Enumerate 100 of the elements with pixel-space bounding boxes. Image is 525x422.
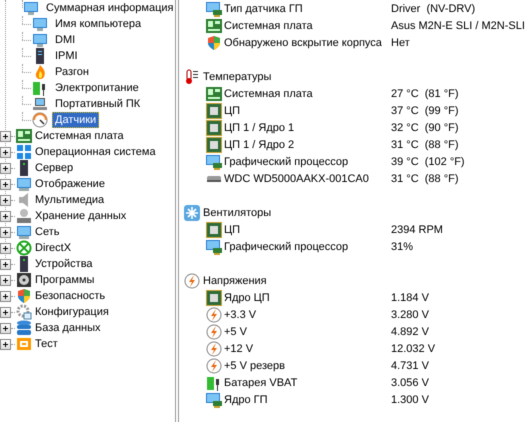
section-heading: Напряжения [203,274,267,286]
sensor-value: 27 °C (81 °F) [391,88,458,100]
shield-icon [16,288,32,304]
sensor-label: ЦП 1 / Ядро 2 [224,138,294,150]
expand-icon[interactable] [0,210,11,222]
sensor-value: Asus M2N-E SLI / M2N-SLI [391,20,525,32]
tree-item[interactable]: Системная плата [35,130,124,142]
tree-item[interactable]: Электропитание [52,80,142,96]
sensor-label: Ядро ЦП [224,292,270,304]
battery-plug-icon [32,80,48,96]
sensor-label: Графический процессор [224,240,348,252]
tree-item[interactable]: Имя компьютера [52,16,144,32]
sensor-value: 39 °C (102 °F) [391,156,465,168]
section-heading: Вентиляторы [203,206,272,218]
chip-icon [206,120,222,136]
chip-icon [206,102,222,118]
sensor-value: 37 °C (99 °F) [391,104,458,116]
tree-item[interactable]: Мультимедиа [35,194,104,206]
sensor-label: ЦП [224,104,240,116]
sensor-label: Ядро ГП [224,394,268,406]
gauge-icon [32,112,48,128]
database-icon [16,320,32,336]
tree-item[interactable]: Устройства [35,258,93,270]
sensor-label: Графический процессор [224,156,348,168]
chip-icon [206,222,222,238]
expand-icon[interactable] [0,146,11,158]
battery-plug-icon [206,374,222,390]
gpu-monitor-icon [206,154,222,170]
gpu-monitor-icon [206,392,222,408]
expand-icon[interactable] [0,322,11,334]
expand-icon[interactable] [0,194,11,206]
expand-icon[interactable] [0,162,11,174]
thermometer-icon [184,68,200,84]
sensor-label: +5 V [224,326,247,338]
tree-item[interactable]: Хранение данных [35,210,126,222]
sensor-label: +5 V резерв [224,360,285,372]
tree-item[interactable]: Отображение [35,178,105,190]
disk-drive-icon [16,208,32,224]
sensor-value: 1.184 V [391,292,429,304]
tree-item[interactable]: Разгон [52,64,92,80]
tree-item[interactable]: Сеть [35,226,60,238]
sensor-label: Тип датчика ГП [224,2,303,14]
laptop-icon [32,96,48,112]
tree-item[interactable]: IPMI [52,48,81,64]
tree-item[interactable]: Датчики [52,112,100,128]
sensor-value: 12.032 V [391,342,436,354]
fan-icon [184,204,200,220]
lightning-icon [206,324,222,340]
lightning-icon [184,272,200,288]
circuit-board-icon [16,128,32,144]
tree-item[interactable]: База данных [35,322,101,334]
expand-icon[interactable] [0,178,11,190]
four-squares-icon [16,144,32,160]
tree-item[interactable]: Суммарная информация [43,0,175,16]
sensor-label: Батарея VBAT [224,376,298,388]
tree-item[interactable]: Портативный ПК [52,96,144,112]
tree-item[interactable]: DirectX [35,242,72,254]
expand-icon[interactable] [0,226,11,238]
expand-icon[interactable] [0,306,11,318]
network-monitor-icon [16,224,32,240]
expand-icon[interactable] [0,242,11,254]
sensor-value: Нет [391,36,410,48]
sensor-label: Обнаружено вскрытие корпуса [224,36,382,48]
tree-item[interactable]: Тест [35,338,58,350]
sensor-value: 2394 RPM [391,224,443,236]
monitor-icon [32,16,48,32]
sensor-label: Системная плата [224,88,313,100]
lightning-icon [206,340,222,356]
gpu-monitor-icon [206,238,222,254]
sensor-value: 3.056 V [391,376,429,388]
sensor-value: 31 °C (88 °F) [391,138,458,150]
x-circle-icon [16,240,32,256]
expand-icon[interactable] [0,290,11,302]
expand-icon[interactable] [0,274,11,286]
monitor-icon [16,176,32,192]
sensor-label: +12 V [224,342,254,354]
tree-item[interactable]: Конфигурация [35,306,109,318]
sensor-label: ЦП 1 / Ядро 1 [224,122,294,134]
tree-item[interactable]: DMI [52,32,78,48]
section-heading: Температуры [203,70,272,82]
sensor-label: Системная плата [224,20,313,32]
expand-icon[interactable] [0,130,11,142]
sensor-value: 4.731 V [391,360,429,372]
sensor-value: 31% [391,240,414,252]
expand-icon[interactable] [0,338,11,350]
sensor-value: 1.300 V [391,394,429,406]
tree-item[interactable]: Операционная система [35,146,156,158]
sensor-value: 32 °C (90 °F) [391,122,458,134]
lightning-icon [206,306,222,322]
square-frame-icon [16,336,32,352]
sensor-value: 3.280 V [391,308,429,320]
circuit-board-icon [206,86,222,102]
sensor-value: 4.892 V [391,326,429,338]
tree-item[interactable]: Сервер [35,162,74,174]
tree-item[interactable]: Безопасность [35,290,106,302]
shield-icon [206,34,222,50]
gpu-monitor-icon [206,0,222,16]
sensor-value: Driver (NV-DRV) [391,2,476,14]
expand-icon[interactable] [0,258,11,270]
tree-item[interactable]: Программы [35,274,94,286]
